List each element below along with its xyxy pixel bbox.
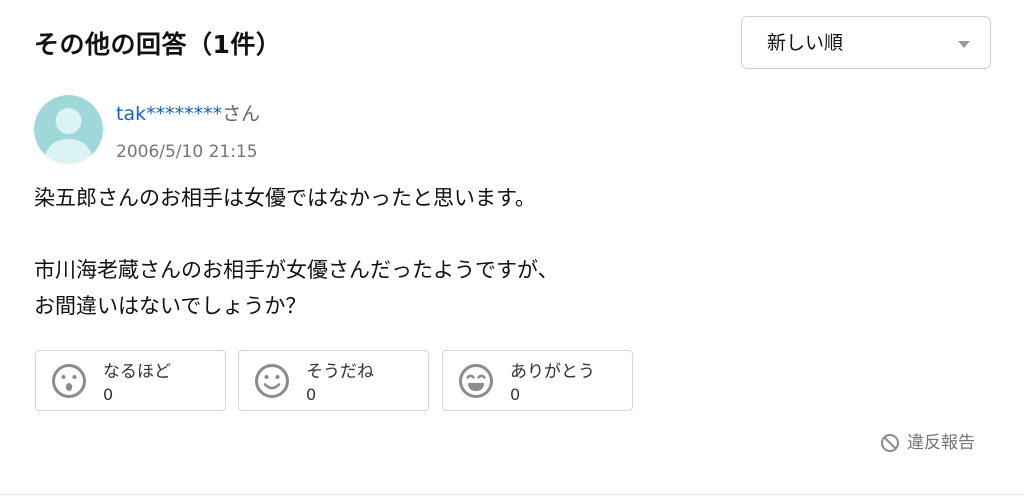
reaction-label: そうだね	[306, 362, 374, 382]
reaction-naruhodo-button[interactable]: なるほど 0	[35, 350, 226, 411]
author-honorific: さん	[222, 103, 261, 125]
chevron-down-icon	[958, 41, 970, 48]
sort-order-select[interactable]: 新しい順	[741, 16, 991, 69]
answer-line: 市川海老蔵さんのお相手が女優さんだったようですが、	[34, 258, 559, 282]
reaction-count: 0	[306, 385, 317, 404]
reaction-count: 0	[103, 385, 114, 404]
answer-timestamp: 2006/5/10 21:15	[116, 142, 258, 162]
answer-body: 染五郎さんのお相手は女優ではなかったと思います。 市川海老蔵さんのお相手が女優さ…	[34, 180, 754, 324]
answer-line: 染五郎さんのお相手は女優ではなかったと思います。	[34, 186, 536, 210]
user-avatar[interactable]	[34, 95, 103, 164]
author-name-link[interactable]: tak********	[116, 103, 222, 125]
reaction-count: 0	[510, 385, 521, 404]
surprised-face-icon	[52, 364, 86, 398]
divider	[0, 494, 1024, 495]
reaction-soudane-button[interactable]: そうだね 0	[238, 350, 429, 411]
reaction-arigatou-button[interactable]: ありがとう 0	[442, 350, 633, 411]
reaction-label: なるほど	[103, 362, 171, 382]
default-avatar-icon	[34, 95, 103, 164]
prohibited-icon	[881, 434, 899, 452]
answer-author: tak********さん	[116, 100, 260, 128]
sort-order-value: 新しい順	[767, 32, 844, 54]
grin-face-icon	[459, 364, 493, 398]
smile-face-icon	[255, 364, 289, 398]
reaction-label: ありがとう	[510, 362, 595, 382]
answer-line: お間違いはないでしょうか？	[34, 294, 307, 318]
section-title: その他の回答（1件）	[34, 30, 282, 59]
report-label: 違反報告	[907, 433, 975, 453]
